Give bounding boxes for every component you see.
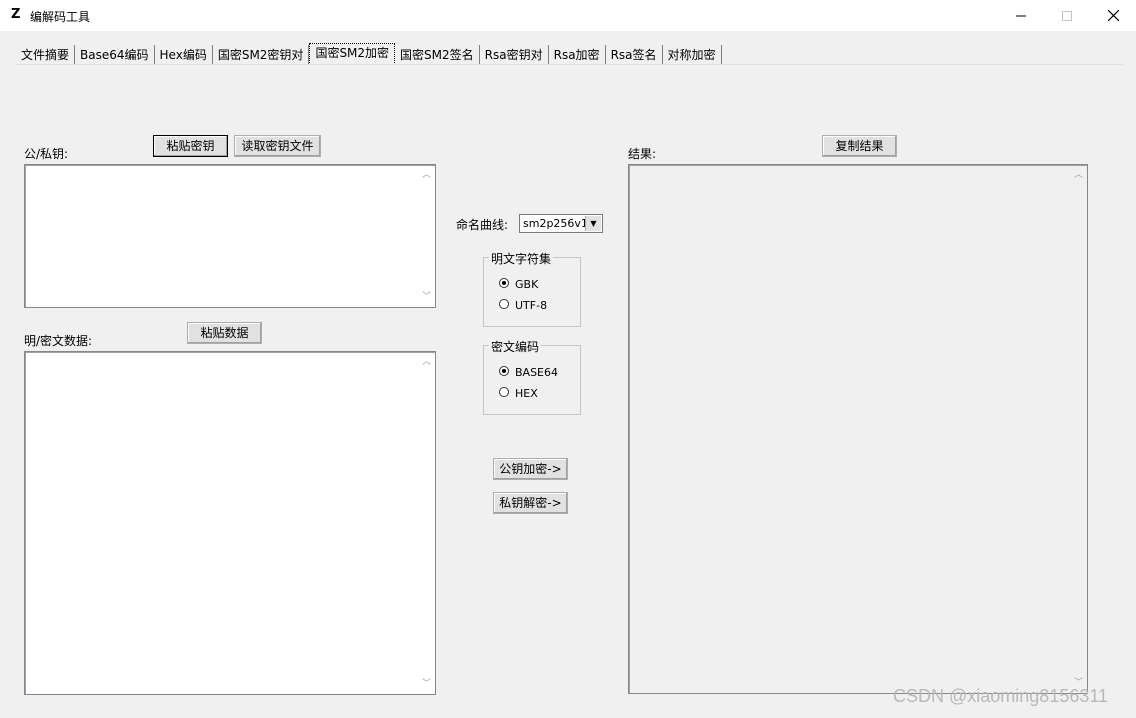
- scroll-up-icon: ︿: [422, 170, 432, 180]
- tab-sm2-encrypt[interactable]: 国密SM2加密: [309, 43, 396, 65]
- gbk-label[interactable]: GBK: [515, 278, 538, 291]
- tab-file-digest[interactable]: 文件摘要: [16, 45, 76, 64]
- paste-key-button[interactable]: 粘贴密钥: [153, 135, 228, 157]
- data-textarea[interactable]: ︿ ﹀: [24, 351, 436, 695]
- app-icon: Z: [11, 7, 21, 22]
- hex-radio[interactable]: [499, 387, 509, 397]
- minimize-icon: [1016, 15, 1026, 16]
- charset-group: [483, 257, 581, 327]
- tab-rsa-encrypt[interactable]: Rsa加密: [549, 45, 606, 64]
- curve-label: 命名曲线:: [456, 218, 509, 232]
- chevron-down-icon[interactable]: ▼: [585, 216, 601, 231]
- encoding-group: [483, 345, 581, 415]
- scroll-down-icon: ﹀: [422, 292, 432, 302]
- result-scrollbar[interactable]: ︿ ﹀: [1071, 166, 1086, 692]
- tab-rsa-sign[interactable]: Rsa签名: [606, 45, 663, 64]
- title-bar: Z 编解码工具: [0, 0, 1136, 31]
- private-key-decrypt-button[interactable]: 私钥解密->: [493, 492, 568, 514]
- charset-group-title: 明文字符集: [489, 250, 554, 267]
- window-title: 编解码工具: [30, 10, 91, 24]
- maximize-button[interactable]: [1044, 0, 1090, 31]
- copy-result-button[interactable]: 复制结果: [822, 135, 897, 157]
- tab-hex[interactable]: Hex编码: [155, 45, 213, 64]
- hex-label[interactable]: HEX: [515, 387, 538, 400]
- scroll-up-icon: ︿: [1074, 170, 1084, 180]
- data-scrollbar[interactable]: ︿ ﹀: [419, 353, 434, 693]
- scroll-up-icon: ︿: [422, 357, 432, 367]
- paste-data-button[interactable]: 粘贴数据: [187, 322, 262, 344]
- data-label: 明/密文数据:: [24, 334, 93, 348]
- scroll-down-icon: ﹀: [422, 679, 432, 689]
- key-label: 公/私钥:: [24, 147, 69, 161]
- key-scrollbar[interactable]: ︿ ﹀: [419, 166, 434, 306]
- public-key-encrypt-button[interactable]: 公钥加密->: [493, 458, 568, 480]
- tab-divider: [16, 64, 1123, 65]
- gbk-radio[interactable]: [499, 278, 509, 288]
- curve-select[interactable]: sm2p256v1 ▼: [519, 214, 603, 233]
- utf8-label[interactable]: UTF-8: [515, 299, 547, 312]
- tab-sm2-keypair[interactable]: 国密SM2密钥对: [213, 45, 310, 64]
- result-label: 结果:: [628, 147, 657, 161]
- tab-sm2-sign[interactable]: 国密SM2签名: [395, 45, 480, 64]
- close-icon: [1107, 10, 1119, 21]
- read-key-file-button[interactable]: 读取密钥文件: [234, 135, 321, 157]
- minimize-button[interactable]: [998, 0, 1044, 31]
- close-button[interactable]: [1090, 0, 1136, 31]
- tab-base64[interactable]: Base64编码: [75, 45, 155, 64]
- utf8-radio[interactable]: [499, 299, 509, 309]
- base64-radio[interactable]: [499, 366, 509, 376]
- key-textarea[interactable]: ︿ ﹀: [24, 164, 436, 308]
- maximize-icon: [1062, 10, 1072, 21]
- watermark: CSDN @xiaoming8156311: [893, 686, 1109, 706]
- base64-label[interactable]: BASE64: [515, 366, 558, 379]
- tab-symmetric[interactable]: 对称加密: [663, 45, 722, 64]
- curve-selected-value: sm2p256v1: [523, 217, 588, 230]
- result-textarea[interactable]: ︿ ﹀: [628, 164, 1088, 694]
- tab-bar: 文件摘要 Base64编码 Hex编码 国密SM2密钥对 国密SM2加密 国密S…: [16, 43, 722, 65]
- encoding-group-title: 密文编码: [489, 338, 542, 355]
- tab-rsa-keypair[interactable]: Rsa密钥对: [480, 45, 549, 64]
